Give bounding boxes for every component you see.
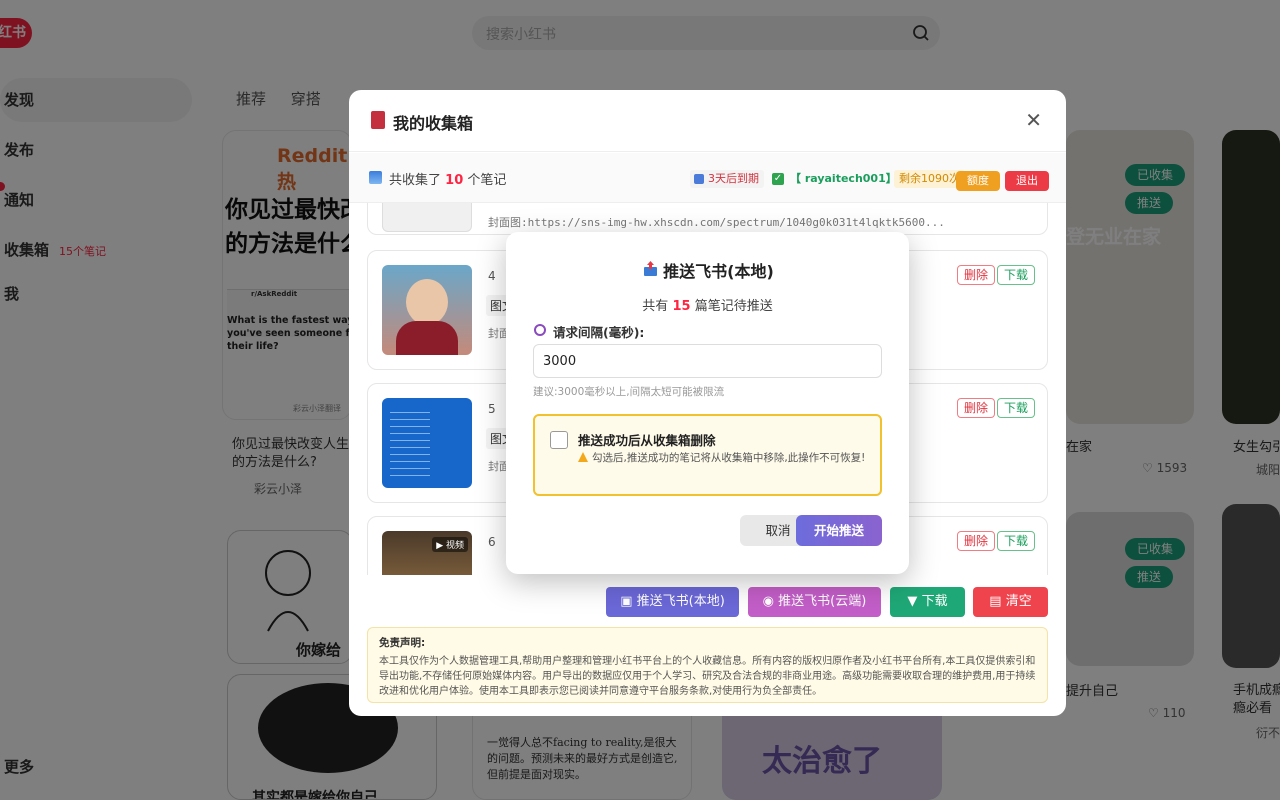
book-icon xyxy=(371,111,385,129)
download-button[interactable]: 下载 xyxy=(997,398,1035,418)
interval-input[interactable] xyxy=(533,344,882,378)
interval-hint: 建议:3000毫秒以上,间隔太短可能被限流 xyxy=(533,386,725,398)
interval-label: 请求间隔(毫秒): xyxy=(553,325,645,340)
disclaimer: 免责声明: 本工具仅作为个人数据管理工具,帮助用户整理和管理小红书平台上的个人收… xyxy=(367,627,1048,703)
push-dialog-title: 推送飞书(本地) xyxy=(663,262,774,281)
chart-icon xyxy=(369,171,382,184)
delete-button[interactable]: 删除 xyxy=(957,531,995,551)
download-all-button[interactable]: ▼ 下载 xyxy=(890,587,965,617)
note-thumbnail xyxy=(382,265,472,355)
check-icon: ✓ xyxy=(772,173,784,185)
expire-badge: 3天后到期 xyxy=(690,170,764,188)
push-dialog: 推送飞书(本地) 共有 15 篇笔记待推送 请求间隔(毫秒): 建议:3000毫… xyxy=(506,232,909,574)
note-thumbnail xyxy=(382,203,472,232)
logout-button[interactable]: 退出 xyxy=(1005,171,1049,191)
note-thumbnail xyxy=(382,398,472,488)
delete-after-push-checkbox[interactable] xyxy=(550,431,568,449)
video-badge: ▶ 视频 xyxy=(432,537,468,552)
download-button[interactable]: 下载 xyxy=(997,531,1035,551)
warning-icon xyxy=(578,452,588,462)
user-badge: ✓ 【 rayaitech001】 xyxy=(772,172,897,185)
download-button[interactable]: 下载 xyxy=(997,265,1035,285)
pending-count: 共有 15 篇笔记待推送 xyxy=(642,299,773,314)
delete-button[interactable]: 删除 xyxy=(957,265,995,285)
note-index: 4 xyxy=(488,269,496,283)
start-push-button[interactable]: 开始推送 xyxy=(796,515,882,546)
remaining-badge: 剩余1090次 xyxy=(894,170,965,188)
note-item: 封面图:https://sns-img-hw.xhscdn.com/spectr… xyxy=(367,203,1048,235)
push-feishu-local-button[interactable]: ▣ 推送飞书(本地) xyxy=(606,587,739,617)
collection-box-header: 我的收集箱 ✕ xyxy=(349,90,1066,152)
delete-button[interactable]: 删除 xyxy=(957,398,995,418)
delete-after-push-option[interactable]: 推送成功后从收集箱删除 勾选后,推送成功的笔记将从收集箱中移除,此操作不可恢复! xyxy=(533,414,882,496)
note-index: 5 xyxy=(488,402,496,416)
push-feishu-cloud-button[interactable]: ◉ 推送飞书(云端) xyxy=(748,587,881,617)
quota-button[interactable]: 额度 xyxy=(956,171,1000,191)
clear-button[interactable]: ▤ 清空 xyxy=(973,587,1048,617)
note-index: 6 xyxy=(488,535,496,549)
delete-warning: 勾选后,推送成功的笔记将从收集箱中移除,此操作不可恢复! xyxy=(578,450,870,466)
calendar-icon xyxy=(694,174,704,184)
collection-count: 共收集了 10 个笔记 xyxy=(389,173,507,188)
collection-stat-bar: 共收集了 10 个笔记 3天后到期 ✓ 【 rayaitech001】 剩余10… xyxy=(349,153,1066,203)
note-thumbnail: ▶ 视频 xyxy=(382,531,472,575)
note-cover-url: 封面图:https://sns-img-hw.xhscdn.com/spectr… xyxy=(488,216,945,229)
close-icon[interactable]: ✕ xyxy=(1025,108,1042,132)
collection-box-title: 我的收集箱 xyxy=(393,114,474,133)
delete-after-push-label[interactable]: 推送成功后从收集箱删除 xyxy=(578,430,716,449)
stopwatch-icon xyxy=(534,324,546,336)
collection-actions: ▣ 推送飞书(本地) ◉ 推送飞书(云端) ▼ 下载 ▤ 清空 xyxy=(349,575,1066,627)
